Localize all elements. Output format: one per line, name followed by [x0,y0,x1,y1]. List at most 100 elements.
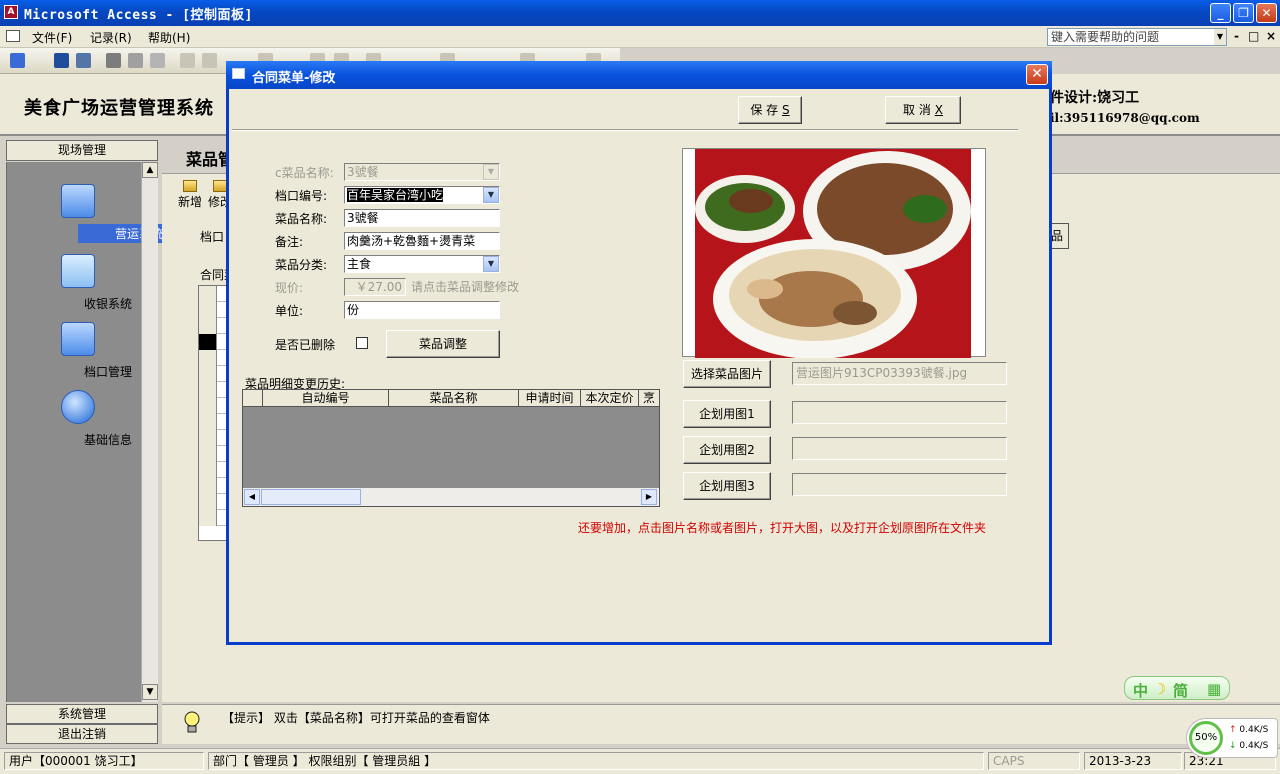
spell-check-icon[interactable] [150,53,165,68]
upload-speed-value: 0.4K/S [1239,725,1269,735]
save-icon[interactable] [54,53,69,68]
column-header-selector[interactable] [243,390,263,407]
app-title: Microsoft Access - [控制面板] [24,8,253,23]
deleted-label: 是否已删除 [275,338,336,352]
download-speed: ↓ 0.4K/S [1229,741,1268,751]
network-speed-widget[interactable]: 50% ↑ 0.4K/S ↓ 0.4K/S [1186,718,1278,758]
stall-number-value: 百年吴家台湾小吃 [347,188,444,202]
dish-photo[interactable] [682,148,986,358]
mdi-close-button[interactable]: × [1266,29,1276,43]
sidebar-item-operations[interactable]: 营运系统 [17,184,200,243]
column-header-dish-name[interactable]: 菜品名称 [389,390,519,407]
dialog-title: 合同菜单-修改 [252,71,336,86]
cancel-button[interactable]: 取 消 X [885,96,961,124]
column-header-request-time[interactable]: 申请时间 [519,390,581,407]
sidebar-item-label: 基础信息 [84,433,133,447]
chevron-down-icon: ▼ [483,164,499,180]
sidebar-scrollbar[interactable]: ▲ ▼ [141,162,158,702]
moon-icon[interactable]: ☽ [1153,680,1166,698]
access-app-icon[interactable]: A [4,5,18,19]
mdi-minimize-button[interactable]: - [1234,29,1239,43]
status-date: 2013-3-23 [1084,752,1182,770]
menu-help[interactable]: 帮助(H) [148,29,190,46]
category-value: 主食 [347,257,372,271]
hint-bar: 【提示】 双击【菜品名称】可打开菜品的查看窗体 [162,704,1280,744]
history-horizontal-scrollbar[interactable]: ◀ ▶ [243,488,659,506]
sidebar-panel: 营运系统 收银系统 档口管理 基础信息 ▲ ▼ [6,162,200,702]
network-usage-gauge: 50% [1189,721,1223,755]
history-grid[interactable]: 自动编号 菜品名称 申请时间 本次定价 烹 ◀ ▶ [242,389,660,507]
planning-image-3-field[interactable] [792,473,1007,496]
globe-icon [61,390,95,424]
planning-image-2-field[interactable] [792,437,1007,460]
scroll-up-icon[interactable]: ▲ [142,162,158,178]
help-search-input[interactable]: 键入需要帮助的问题 ▼ [1047,28,1227,46]
right-dish-button[interactable]: 品 [1049,223,1069,249]
sidebar-item-stall[interactable]: 档口管理 [17,322,139,379]
ime-chinese-mode[interactable]: 中 [1133,680,1148,701]
search-icon[interactable] [76,53,91,68]
dish-photo-image [695,149,971,358]
planning-image-1-field[interactable] [792,401,1007,424]
close-app-button[interactable]: ✕ [1256,3,1277,23]
menu-bar: 文件(F) 记录(R) 帮助(H) 键入需要帮助的问题 ▼ - □ × [0,26,1280,48]
cut-icon[interactable] [180,53,195,68]
menu-record[interactable]: 记录(R) [90,29,132,46]
hint-text: 【提示】 双击【菜品名称】可打开菜品的查看窗体 [222,711,490,725]
dish-name-input[interactable]: 3號餐 [344,209,500,227]
ime-toolbar[interactable]: 中 ☽ 简 ▦ [1124,676,1230,700]
chevron-down-icon[interactable]: ▼ [483,256,499,272]
design-view-icon[interactable] [10,53,25,68]
copy-icon[interactable] [202,53,217,68]
column-header-auto-id[interactable]: 自动编号 [263,390,389,407]
sidebar-item-logout[interactable]: 退出注销 [6,724,158,744]
form-window-icon[interactable] [6,30,20,42]
contract-grid[interactable] [198,285,228,541]
sidebar-item-system[interactable]: 系统管理 [6,704,158,724]
lightbulb-icon [184,711,200,733]
status-bar: 用户【000001 饶习工】 部门【 管理员 】 权限组别【 管理员組 】 CA… [0,748,1280,774]
chevron-down-icon[interactable]: ▼ [483,187,499,203]
unit-input[interactable]: 份 [344,301,500,319]
menu-file[interactable]: 文件(F) [32,29,72,46]
scroll-right-icon[interactable]: ▶ [641,489,657,505]
dish-adjust-button[interactable]: 菜品调整 [386,330,500,358]
sidebar-item-basic-info[interactable]: 基础信息 [17,390,139,447]
restore-button[interactable]: ❐ [1233,3,1254,23]
note-input[interactable]: 肉羹汤+乾魯麵+燙青菜 [344,232,500,250]
column-header-cook[interactable]: 烹 [639,390,659,407]
planning-image-1-button[interactable]: 企划用图1 [683,400,771,428]
print-preview-icon[interactable] [128,53,143,68]
chevron-down-icon[interactable]: ▼ [1214,29,1226,45]
scroll-left-icon[interactable]: ◀ [244,489,260,505]
stall-filter-label: 档口 [200,230,225,244]
add-button[interactable]: 新增 [178,180,202,210]
planning-image-2-button[interactable]: 企划用图2 [683,436,771,464]
price-label: 现价: [275,281,304,295]
category-select[interactable]: 主食 ▼ [344,255,500,273]
dialog-close-button[interactable]: ✕ [1026,64,1048,85]
sidebar-item-cashier[interactable]: 收银系统 [17,254,139,311]
mdi-restore-button[interactable]: □ [1248,29,1259,43]
designer-email: il:395116978@qq.com [1050,111,1200,125]
scroll-down-icon[interactable]: ▼ [142,684,158,700]
stall-number-select[interactable]: 百年吴家台湾小吃 ▼ [344,186,500,204]
keyboard-icon[interactable]: ▦ [1207,680,1221,698]
sidebar-item-label: 收银系统 [84,297,133,311]
column-header-price[interactable]: 本次定价 [581,390,639,407]
sidebar-header[interactable]: 现场管理 [6,140,158,161]
c-dish-name-label: c菜品名称: [275,166,334,180]
print-icon[interactable] [106,53,121,68]
image-path-field[interactable]: 营运图片913CP03393號餐.jpg [792,362,1007,385]
edit-icon [213,180,227,192]
save-button[interactable]: 保 存 S [738,96,802,124]
deleted-checkbox[interactable] [356,337,368,349]
planning-image-3-button[interactable]: 企划用图3 [683,472,771,500]
minimize-button[interactable]: _ [1210,3,1231,23]
price-field: ￥27.00 [344,278,406,296]
scroll-thumb[interactable] [261,489,361,505]
select-dish-image-button[interactable]: 选择菜品图片 [683,360,771,388]
add-label: 新增 [178,195,203,209]
category-label: 菜品分类: [275,258,328,272]
ime-simplified-mode[interactable]: 简 [1173,680,1188,701]
